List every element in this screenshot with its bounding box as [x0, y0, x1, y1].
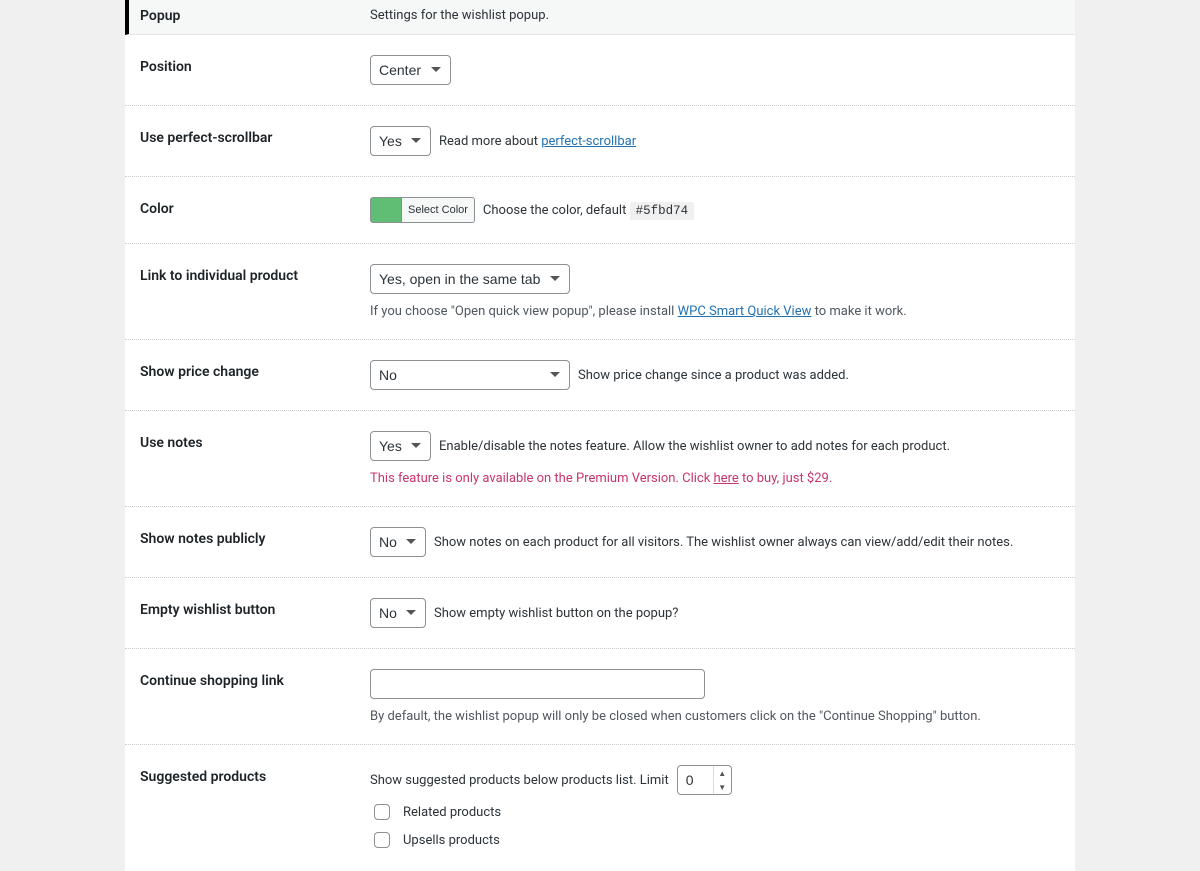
select-notes-public[interactable]: No: [370, 527, 426, 557]
section-title: Popup: [140, 8, 370, 24]
row-position: Position Center: [125, 35, 1075, 106]
row-link-product: Link to individual product Yes, open in …: [125, 244, 1075, 340]
label-scrollbar: Use perfect-scrollbar: [140, 126, 370, 146]
checkbox-upsells-products[interactable]: [374, 832, 390, 848]
row-use-notes: Use notes Yes Enable/disable the notes f…: [125, 411, 1075, 507]
label-position: Position: [140, 55, 370, 75]
number-stepper[interactable]: ▲▼: [713, 766, 731, 794]
select-price-change[interactable]: No: [370, 360, 570, 390]
premium-note: This feature is only available on the Pr…: [370, 471, 1060, 486]
checkbox-related-products[interactable]: [374, 804, 390, 820]
help-empty-btn: Show empty wishlist button on the popup?: [434, 606, 678, 621]
select-scrollbar[interactable]: Yes: [370, 126, 431, 156]
help-suggested: Show suggested products below products l…: [370, 773, 669, 788]
link-wpc-quick-view[interactable]: WPC Smart Quick View: [678, 304, 812, 319]
link-premium-buy[interactable]: here: [714, 471, 739, 486]
label-continue: Continue shopping link: [140, 669, 370, 689]
help-notes-public: Show notes on each product for all visit…: [434, 535, 1013, 550]
help-color: Choose the color, default #5fbd74: [483, 203, 694, 218]
code-default-color: #5fbd74: [630, 202, 695, 220]
row-suggested: Suggested products Show suggested produc…: [125, 745, 1075, 871]
help-continue: By default, the wishlist popup will only…: [370, 709, 1060, 724]
select-color-button[interactable]: Select Color: [401, 197, 475, 223]
input-continue-link[interactable]: [370, 669, 705, 699]
row-color: Color Select Color Choose the color, def…: [125, 177, 1075, 244]
label-cb-related: Related products: [403, 805, 501, 820]
label-color: Color: [140, 197, 370, 217]
help-price-change: Show price change since a product was ad…: [578, 368, 849, 383]
help-use-notes: Enable/disable the notes feature. Allow …: [439, 439, 950, 454]
label-empty-btn: Empty wishlist button: [140, 598, 370, 618]
row-notes-public: Show notes publicly No Show notes on eac…: [125, 507, 1075, 578]
label-cb-upsells: Upsells products: [403, 833, 500, 848]
label-suggested: Suggested products: [140, 765, 370, 785]
label-price-change: Show price change: [140, 360, 370, 380]
row-continue: Continue shopping link By default, the w…: [125, 649, 1075, 745]
select-link-product[interactable]: Yes, open in the same tab: [370, 264, 570, 294]
label-link-product: Link to individual product: [140, 264, 370, 284]
row-scrollbar: Use perfect-scrollbar Yes Read more abou…: [125, 106, 1075, 177]
help-link-product: If you choose "Open quick view popup", p…: [370, 304, 1060, 319]
select-use-notes[interactable]: Yes: [370, 431, 431, 461]
label-notes-public: Show notes publicly: [140, 527, 370, 547]
section-header-popup: Popup Settings for the wishlist popup.: [125, 0, 1075, 35]
row-empty-btn: Empty wishlist button No Show empty wish…: [125, 578, 1075, 649]
section-desc: Settings for the wishlist popup.: [370, 8, 1060, 23]
row-price-change: Show price change No Show price change s…: [125, 340, 1075, 411]
select-position[interactable]: Center: [370, 55, 451, 85]
label-use-notes: Use notes: [140, 431, 370, 451]
color-swatch[interactable]: [370, 197, 402, 223]
select-empty-btn[interactable]: No: [370, 598, 426, 628]
link-perfect-scrollbar[interactable]: perfect-scrollbar: [541, 134, 636, 149]
help-scrollbar: Read more about perfect-scrollbar: [439, 134, 636, 149]
